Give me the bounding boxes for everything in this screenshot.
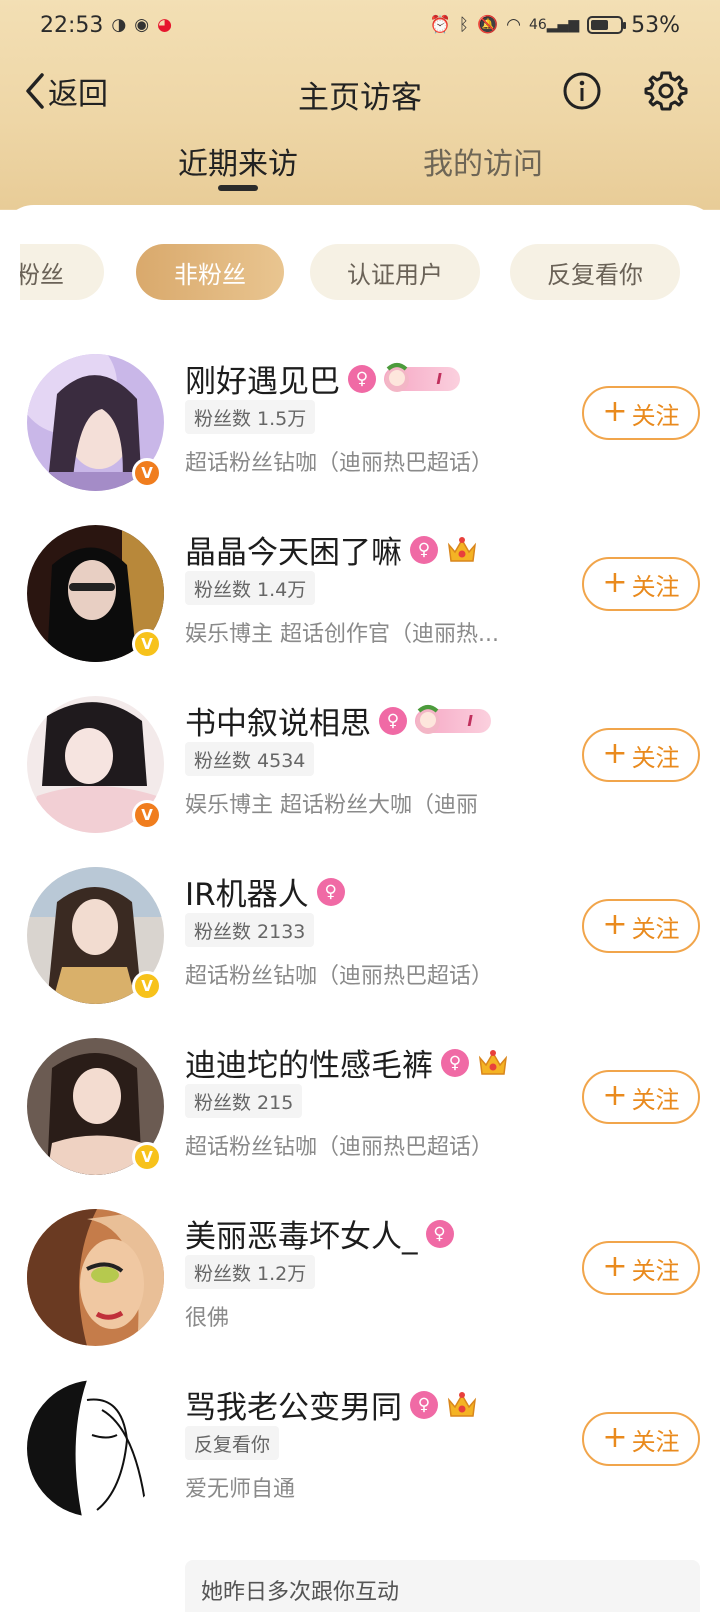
battery-icon [587,16,627,34]
plus-icon: + [602,735,628,771]
female-icon: ♀ [410,535,438,564]
crown-badge-icon [447,536,477,562]
follow-label: 关注 [631,1085,680,1114]
user-name[interactable]: 骂我老公变男同 [185,1382,402,1427]
follow-button[interactable]: + 关注 [582,899,700,953]
status-time: 22:53 [40,12,104,38]
user-description: 娱乐博主 超话创作官（迪丽热... [185,622,499,647]
tab-my-visits[interactable]: 我的访问 [423,139,543,183]
filter-chips: 粉丝 非粉丝 认证用户 反复看你 [20,244,700,302]
fan-level-text: I [467,711,473,730]
crown-badge-icon [447,1391,477,1417]
user-name[interactable]: 晶晶今天困了嘛 [185,527,402,572]
fans-count-tag: 粉丝数 1.4万 [185,571,316,605]
user-name[interactable]: 迪迪坨的性感毛裤 [185,1040,433,1085]
plus-icon: + [602,1419,628,1455]
fans-count-tag: 粉丝数 1.2万 [185,1255,316,1289]
visitor-tabs: 近期来访 我的访问 [0,135,720,195]
chip-repeat-viewers[interactable]: 反复看你 [510,244,680,300]
plus-icon: + [602,564,628,600]
fans-count-tag: 粉丝数 4534 [185,742,315,776]
chip-fans[interactable]: 粉丝 [20,244,104,300]
follow-label: 关注 [631,401,680,430]
battery-percent: 53% [631,12,680,38]
visitor-row[interactable]: 骂我老公变男同 ♀ 反复看你爱无师自通 + 关注 [0,1368,720,1544]
interaction-hint: 她昨日多次跟你互动 [185,1560,700,1612]
user-description: 超话粉丝钻咖（迪丽热巴超话） [185,1135,494,1160]
mascot-icon [385,362,409,392]
status-bar: 22:53 ◑ ◉ ◕ ⏰ ᛒ 🔕 ◠ 46▂▄▆ 53% [0,0,720,50]
fan-level-badge: I [384,362,460,392]
chip-non-fans[interactable]: 非粉丝 [136,244,284,300]
female-icon: ♀ [441,1048,469,1077]
avatar[interactable] [27,1209,164,1346]
signal-icon: 46▂▄▆ [528,17,580,33]
user-description: 超话粉丝钻咖（迪丽热巴超话） [185,451,494,476]
follow-button[interactable]: + 关注 [582,1412,700,1466]
fans-count-tag: 反复看你 [185,1426,280,1460]
weibo-icon: ◕ [157,15,172,35]
gear-icon[interactable] [644,69,688,113]
follow-label: 关注 [631,572,680,601]
visitor-row[interactable]: V 迪迪坨的性感毛裤 ♀ 粉丝数 215 超话粉丝钻咖（迪丽热巴超话） + 关注 [0,1026,720,1202]
visitor-row[interactable]: V IR机器人 ♀ 粉丝数 2133 超话粉丝钻咖（迪丽热巴超话） + 关注 [0,855,720,1031]
female-icon: ♀ [425,1219,454,1248]
user-name[interactable]: 美丽恶毒坏女人_ [185,1211,418,1256]
user-description: 娱乐博主 超话粉丝大咖（迪丽 [185,793,478,818]
crown-badge-icon [478,1049,508,1075]
visitor-row[interactable]: V 书中叙说相思 ♀ I 粉丝数 4534 娱乐博主 超话粉丝大咖（迪丽 + 关注 [0,684,720,860]
female-icon: ♀ [379,706,407,735]
user-name[interactable]: 书中叙说相思 [185,698,371,743]
avatar[interactable] [27,1380,164,1517]
verified-badge-icon: V [132,458,162,488]
fans-count-tag: 粉丝数 215 [185,1084,303,1118]
plus-icon: + [602,906,628,942]
tab-recent-visits[interactable]: 近期来访 [178,139,298,183]
fan-level-text: I [436,369,442,388]
follow-label: 关注 [631,1256,680,1285]
user-description: 很佛 [185,1306,230,1331]
notification-app-icon: ◉ [134,15,150,35]
verified-badge-icon: V [132,629,162,659]
fans-count-tag: 粉丝数 2133 [185,913,315,947]
verified-badge-icon: V [132,800,162,830]
plus-icon: + [602,1248,628,1284]
follow-button[interactable]: + 关注 [582,557,700,611]
user-name[interactable]: IR机器人 [185,869,309,914]
tab-indicator [218,185,258,191]
verified-badge-icon: V [132,1142,162,1172]
fans-count-tag: 粉丝数 1.5万 [185,400,316,434]
follow-button[interactable]: + 关注 [582,1241,700,1295]
female-icon: ♀ [316,877,345,906]
mascot-icon [416,704,440,734]
follow-button[interactable]: + 关注 [582,1070,700,1124]
nav-bar: 返回 主页访客 [0,55,720,125]
follow-label: 关注 [631,1427,680,1456]
follow-label: 关注 [631,743,680,772]
verified-badge-icon: V [132,971,162,1001]
plus-icon: + [602,393,628,429]
user-description: 爱无师自通 [185,1477,296,1502]
follow-label: 关注 [631,914,680,943]
user-description: 超话粉丝钻咖（迪丽热巴超话） [185,964,494,989]
bluetooth-icon: ᛒ [458,15,469,35]
visitor-row[interactable]: 美丽恶毒坏女人_ ♀ 粉丝数 1.2万很佛 + 关注 [0,1197,720,1373]
fan-level-badge: I [415,704,491,734]
follow-button[interactable]: + 关注 [582,386,700,440]
user-name[interactable]: 刚好遇见巴 [185,356,340,401]
alarm-icon: ⏰ [429,15,451,35]
chip-verified-users[interactable]: 认证用户 [310,244,480,300]
female-icon: ♀ [348,364,376,393]
wifi-icon: ◠ [506,15,521,35]
visitor-row[interactable]: V 晶晶今天困了嘛 ♀ 粉丝数 1.4万娱乐博主 超话创作官（迪丽热... + 关注 [0,513,720,689]
info-icon[interactable] [562,71,602,111]
visitor-row[interactable]: V 刚好遇见巴 ♀ I 粉丝数 1.5万超话粉丝钻咖（迪丽热巴超话） + 关注 [0,342,720,518]
notification-app-icon: ◑ [111,15,127,35]
page-title: 主页访客 [298,80,422,116]
mute-icon: 🔕 [476,15,499,35]
follow-button[interactable]: + 关注 [582,728,700,782]
female-icon: ♀ [410,1390,438,1419]
plus-icon: + [602,1077,628,1113]
